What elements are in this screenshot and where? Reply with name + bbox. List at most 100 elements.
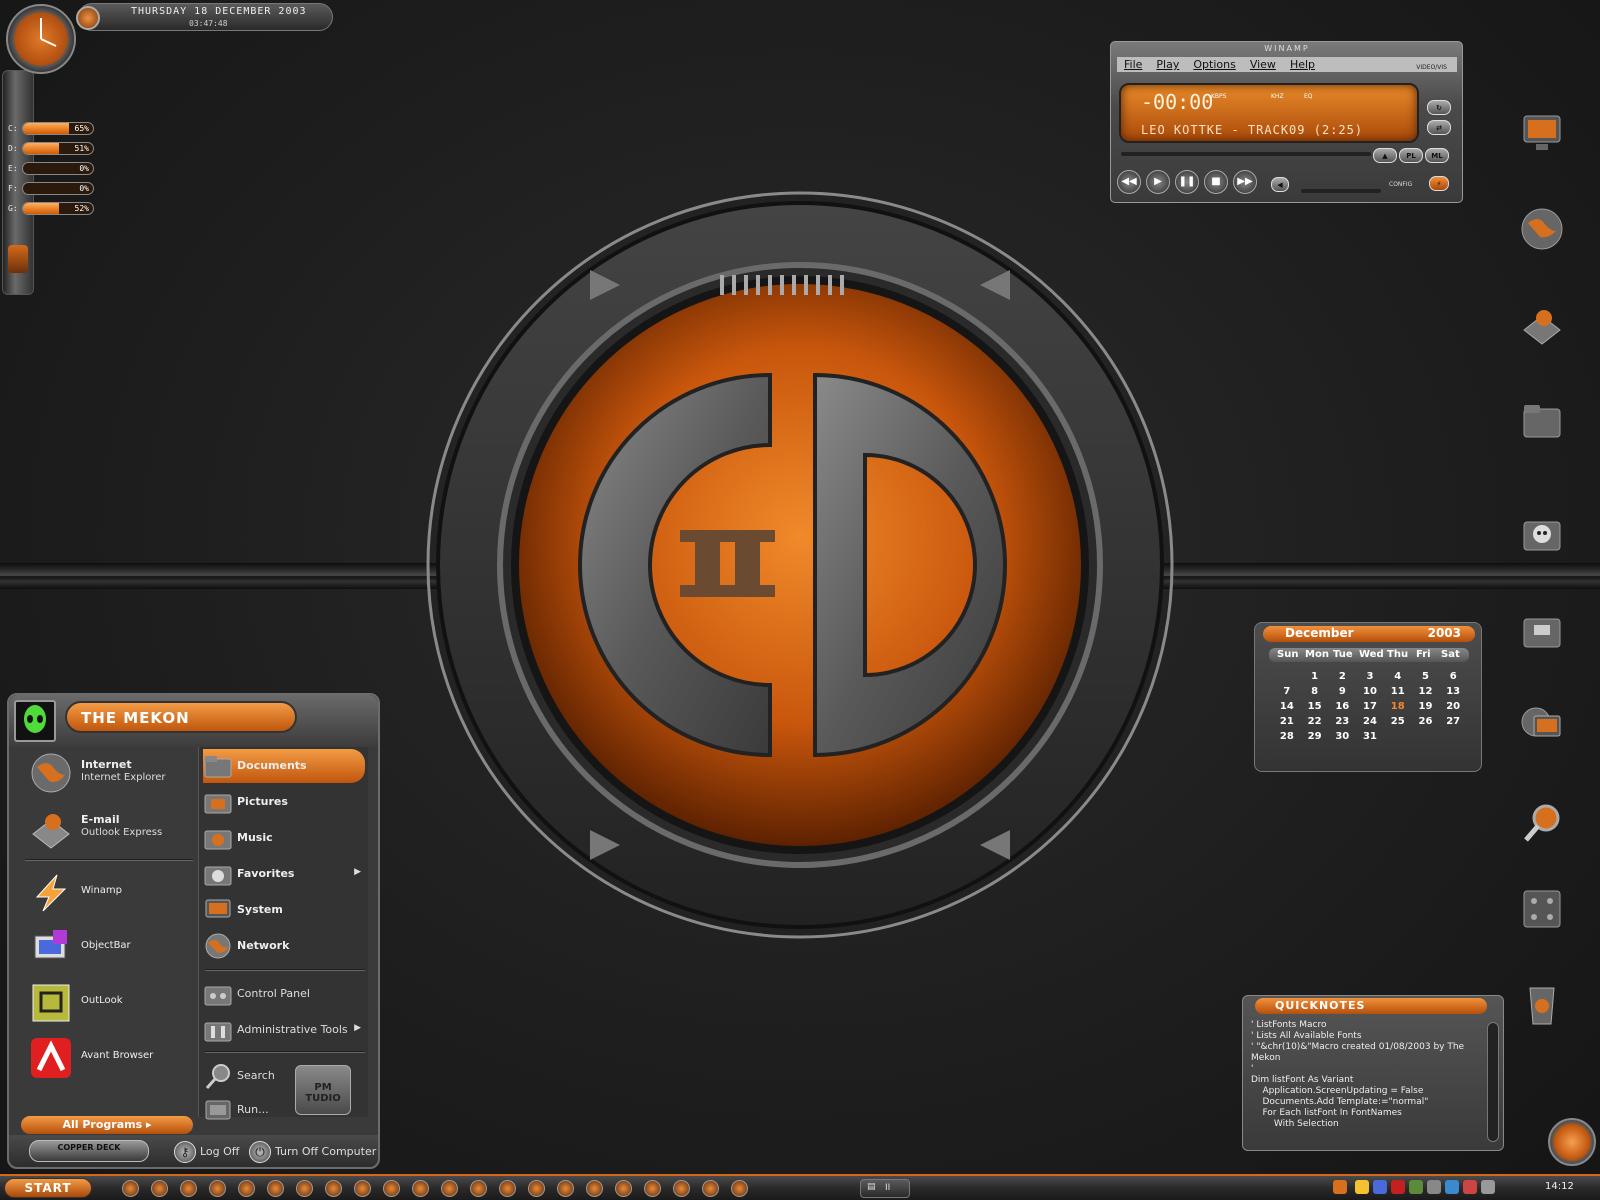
calendar-day[interactable]: 1 [1301, 671, 1329, 686]
quick-launch-ie-icon[interactable] [151, 1180, 168, 1197]
recent-outlook[interactable]: OutLook [25, 977, 197, 1027]
skull-folder-icon[interactable] [1518, 510, 1566, 558]
control-panel-item[interactable]: Control Panel [203, 977, 365, 1011]
quick-launch-tool-icon[interactable] [615, 1180, 632, 1197]
meter-orb-icon[interactable] [76, 6, 100, 30]
quicknotes-scrollbar[interactable] [1487, 1022, 1499, 1142]
search-item[interactable]: Search [203, 1059, 293, 1093]
place-network[interactable]: Network [203, 929, 365, 963]
quick-launch-excel-icon[interactable] [238, 1180, 255, 1197]
calendar-day[interactable]: 24 [1356, 716, 1384, 731]
calendar-day[interactable]: 22 [1301, 716, 1329, 731]
quick-launch-photoshop-icon[interactable] [383, 1180, 400, 1197]
menu-play[interactable]: Play [1149, 57, 1186, 72]
volume-slider[interactable] [1301, 189, 1381, 193]
pinned-email[interactable]: E-mail Outlook Express [25, 802, 197, 852]
recent-winamp[interactable]: Winamp [25, 867, 197, 917]
calendar-day[interactable]: 3 [1356, 671, 1384, 686]
calendar-day[interactable]: 6 [1439, 671, 1467, 686]
messenger-icon[interactable] [1373, 1180, 1387, 1194]
calendar-day[interactable]: 21 [1273, 716, 1301, 731]
all-programs-button[interactable]: All Programs ▸ [21, 1116, 193, 1134]
place-music[interactable]: Music [203, 821, 365, 855]
recent-avant-browser[interactable]: Avant Browser [25, 1032, 197, 1082]
quick-launch-desktop-icon[interactable] [122, 1180, 139, 1197]
place-pictures[interactable]: Pictures [203, 785, 365, 819]
calendar-day[interactable]: 16 [1328, 701, 1356, 716]
calendar-day-today[interactable]: 18 [1384, 701, 1412, 716]
winamp-window[interactable]: WINAMP File Play Options View Help VIDEO/VIS… [1110, 41, 1463, 203]
avatar[interactable] [14, 700, 56, 742]
start-button[interactable]: START [4, 1178, 92, 1198]
stop-button[interactable]: ■ [1204, 170, 1228, 194]
calendar-day[interactable]: 7 [1273, 686, 1301, 701]
calendar-day[interactable]: 5 [1412, 671, 1440, 686]
calendar-day[interactable]: 15 [1301, 701, 1329, 716]
quick-launch-winamp-icon[interactable] [296, 1180, 313, 1197]
taskbar-clock[interactable]: 14:12 [1545, 1181, 1574, 1192]
quick-launch-outlook-icon[interactable] [267, 1180, 284, 1197]
calendar-day[interactable]: 28 [1273, 731, 1301, 746]
antivirus-tray-icon[interactable] [1463, 1180, 1477, 1194]
quick-launch-radar-icon[interactable] [731, 1180, 748, 1197]
quick-launch-tool2-icon[interactable] [644, 1180, 661, 1197]
calendar-day[interactable]: 13 [1439, 686, 1467, 701]
menu-help[interactable]: Help [1283, 57, 1322, 72]
calendar-day[interactable]: 10 [1356, 686, 1384, 701]
calendar-day[interactable]: 23 [1328, 716, 1356, 731]
folder-icon[interactable] [1518, 397, 1566, 445]
pause-button[interactable]: ❚❚ [1175, 170, 1199, 194]
internet-globe-icon[interactable] [1518, 205, 1566, 253]
shuffle-button[interactable]: ⇄ [1427, 120, 1451, 135]
eject-button[interactable]: ▲ [1373, 148, 1397, 163]
calendar-day[interactable]: 30 [1328, 731, 1356, 746]
quick-launch-trillian-icon[interactable] [528, 1180, 545, 1197]
menu-view[interactable]: View [1243, 57, 1283, 72]
recent-objectbar[interactable]: ObjectBar [25, 922, 197, 972]
recycle-bin-icon[interactable] [1518, 980, 1566, 1028]
my-computer-icon[interactable] [1518, 110, 1566, 158]
zonealarm-icon[interactable] [1355, 1180, 1369, 1194]
quick-launch-avant-icon[interactable] [209, 1180, 226, 1197]
run-item[interactable]: Run... [203, 1093, 293, 1127]
recycle-bin-icon[interactable] [8, 245, 28, 273]
volume-tray-icon[interactable] [1427, 1180, 1441, 1194]
quick-launch-browser-icon[interactable] [586, 1180, 603, 1197]
pinned-internet[interactable]: Internet Internet Explorer [25, 747, 197, 797]
quick-launch-x-icon[interactable] [702, 1180, 719, 1197]
mail-icon[interactable] [1518, 300, 1566, 348]
network-folder-icon[interactable] [1518, 607, 1566, 655]
previous-button[interactable]: ◀◀ [1117, 170, 1141, 194]
repeat-button[interactable]: ↻ [1427, 100, 1451, 115]
quicknotes-text[interactable]: ' ListFonts Macro ' Lists All Available F… [1251, 1020, 1483, 1146]
place-documents[interactable]: Documents [203, 749, 365, 783]
menu-options[interactable]: Options [1186, 57, 1242, 72]
calendar-day[interactable]: 9 [1328, 686, 1356, 701]
calendar-day[interactable]: 2 [1328, 671, 1356, 686]
task-button[interactable]: ▤ II [860, 1179, 910, 1198]
ati-icon[interactable] [1391, 1180, 1405, 1194]
calendar-day[interactable]: 31 [1356, 731, 1384, 746]
place-favorites[interactable]: Favorites ▶ [203, 857, 365, 891]
place-system[interactable]: System [203, 893, 365, 927]
playlist-button[interactable]: PL [1399, 148, 1423, 163]
calendar-day[interactable]: 27 [1439, 716, 1467, 731]
search-icon[interactable] [1518, 800, 1566, 848]
update-tray-icon[interactable] [1445, 1180, 1459, 1194]
network-tray-icon[interactable] [1409, 1180, 1423, 1194]
menu-file[interactable]: File [1117, 57, 1149, 72]
quick-launch-skins-icon[interactable] [470, 1180, 487, 1197]
quick-launch-app-icon[interactable] [557, 1180, 574, 1197]
administrative-tools-item[interactable]: Administrative Tools ▶ [203, 1013, 365, 1047]
calendar-day[interactable]: 14 [1273, 701, 1301, 716]
calendar-day[interactable]: 25 [1384, 716, 1412, 731]
calendar-day[interactable]: 26 [1412, 716, 1440, 731]
quick-launch-paint-icon[interactable] [325, 1180, 342, 1197]
winamp-tray-icon[interactable] [1333, 1180, 1347, 1194]
calendar-day[interactable]: 29 [1301, 731, 1329, 746]
quick-launch-notepad-icon[interactable] [441, 1180, 458, 1197]
settings-orb-icon[interactable] [1548, 1118, 1596, 1166]
calendar-day[interactable]: 17 [1356, 701, 1384, 716]
quick-launch-word-icon[interactable] [673, 1180, 690, 1197]
quick-launch-media-icon[interactable] [499, 1180, 516, 1197]
